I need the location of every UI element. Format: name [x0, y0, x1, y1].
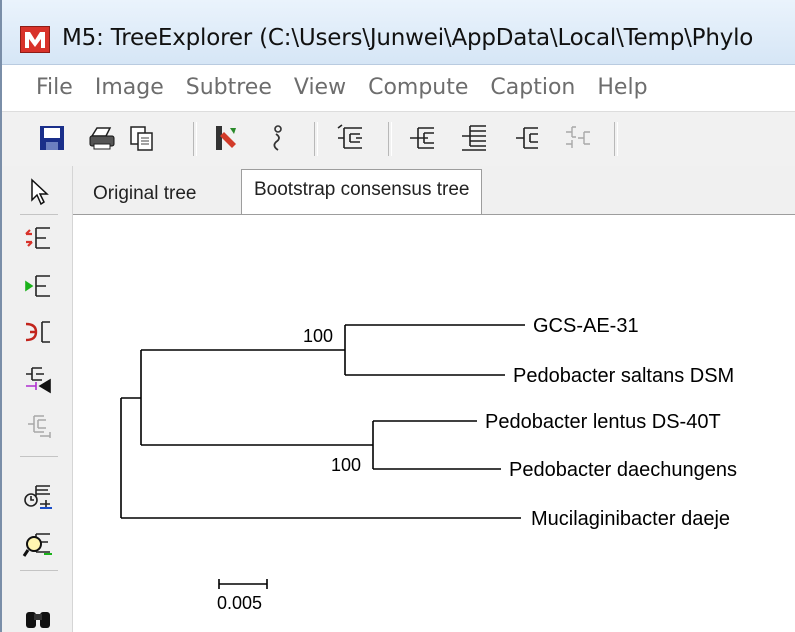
bootstrap-value: 100 — [331, 455, 361, 475]
mega-app-icon — [20, 26, 50, 53]
binoculars-icon[interactable] — [22, 604, 54, 632]
side-toolbar — [2, 166, 73, 632]
bootstrap-value: 100 — [303, 326, 333, 346]
toolbar-separator — [314, 122, 318, 156]
subtree-disabled-icon[interactable] — [22, 410, 54, 442]
time-tree-icon[interactable] — [22, 480, 54, 512]
window-title: M5: TreeExplorer (C:\Users\Junwei\AppDat… — [62, 25, 754, 51]
taxon-label: Pedobacter saltans DSM — [513, 365, 734, 387]
side-separator — [20, 214, 58, 215]
toolbar-separator — [388, 122, 392, 156]
tree-options-icon[interactable] — [210, 122, 242, 154]
pointer-icon[interactable] — [22, 176, 54, 208]
menu-help[interactable]: Help — [586, 75, 658, 100]
radiation-tree-icon-disabled[interactable] — [562, 122, 594, 154]
copy-icon[interactable] — [126, 122, 158, 154]
taxon-label: Pedobacter lentus DS-40T — [485, 411, 721, 433]
scale-label: 0.005 — [217, 593, 262, 613]
side-separator — [20, 570, 58, 571]
print-icon[interactable] — [86, 122, 118, 154]
tab-bootstrap-consensus-tree[interactable]: Bootstrap consensus tree — [241, 169, 483, 214]
tree-canvas[interactable]: GCS-AE-31 Pedobacter saltans DSM Pedobac… — [73, 214, 795, 632]
slanted-tree-icon[interactable] — [510, 122, 542, 154]
tab-label: Bootstrap consensus tree — [254, 179, 470, 200]
place-root-icon[interactable] — [22, 270, 54, 302]
info-icon[interactable] — [262, 122, 294, 154]
swap-subtree-icon[interactable] — [22, 222, 54, 254]
toolbar — [2, 111, 795, 166]
menu-compute[interactable]: Compute — [357, 75, 479, 100]
rectangular-tree-icon[interactable] — [406, 122, 438, 154]
toolbar-separator — [614, 122, 618, 156]
tree-layout-icon[interactable] — [334, 122, 366, 154]
title-bar: M5: TreeExplorer (C:\Users\Junwei\AppDat… — [2, 0, 795, 65]
menu-file[interactable]: File — [2, 75, 84, 100]
scale-bar — [218, 579, 268, 589]
toolbar-separator — [193, 122, 197, 156]
compress-subtree-icon[interactable] — [22, 364, 54, 396]
menu-image[interactable]: Image — [84, 75, 175, 100]
stacked-tree-icon[interactable] — [458, 122, 490, 154]
tab-bar: Original tree Bootstrap consensus tree — [73, 166, 795, 214]
menu-bar: File Image Subtree View Compute Caption … — [2, 65, 795, 109]
phylogenetic-tree[interactable]: GCS-AE-31 Pedobacter saltans DSM Pedobac… — [73, 215, 795, 632]
tab-original-tree[interactable]: Original tree — [81, 176, 209, 212]
find-taxa-icon[interactable] — [22, 528, 54, 560]
flip-subtree-icon[interactable] — [22, 316, 54, 348]
menu-caption[interactable]: Caption — [479, 75, 586, 100]
tree-explorer-window: M5: TreeExplorer (C:\Users\Junwei\AppDat… — [0, 0, 795, 632]
side-separator — [20, 456, 58, 457]
tab-label: Original tree — [93, 183, 197, 204]
save-icon[interactable] — [36, 122, 68, 154]
menu-view[interactable]: View — [283, 75, 357, 100]
menu-subtree[interactable]: Subtree — [175, 75, 283, 100]
taxon-label: Mucilaginibacter daeje — [531, 508, 730, 530]
taxon-label: Pedobacter daechungens — [509, 459, 737, 481]
taxon-label: GCS-AE-31 — [533, 315, 639, 337]
